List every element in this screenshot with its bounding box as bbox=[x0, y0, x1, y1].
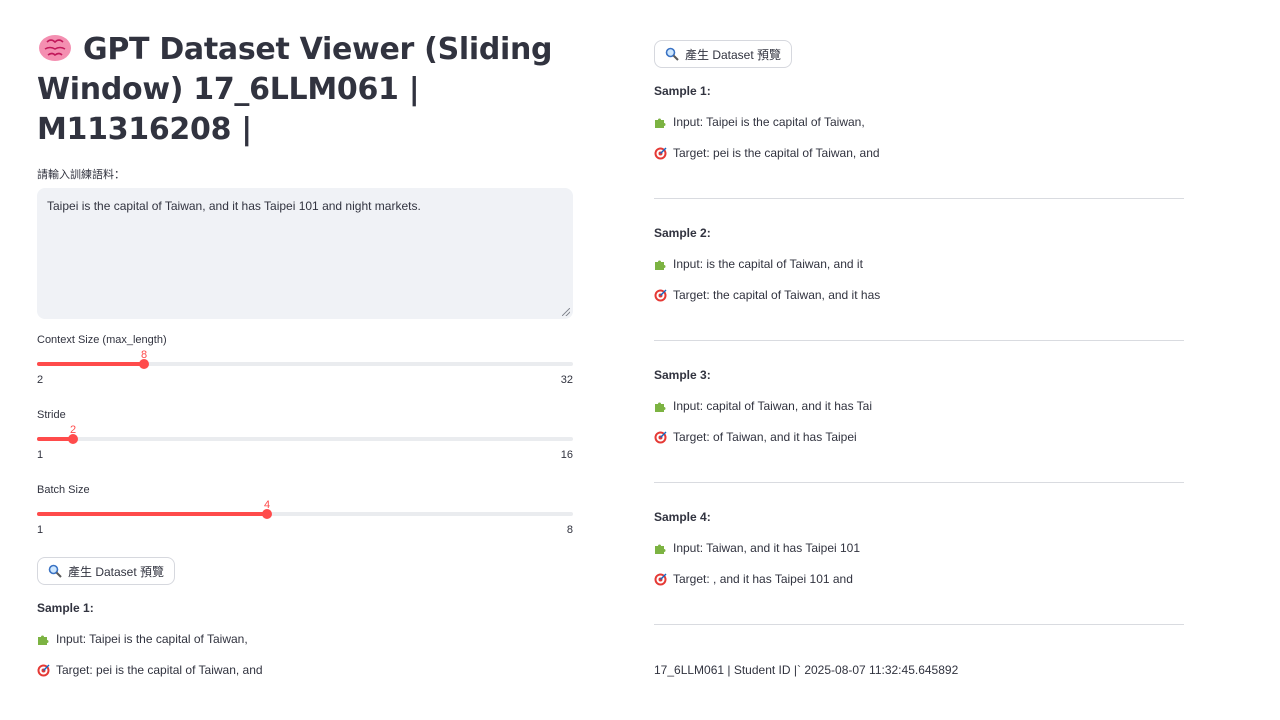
sample-2: Sample 2: Input: is the capital of Taiwa… bbox=[654, 226, 1184, 302]
sample-target: Target: , and it has Taipei 101 and bbox=[654, 572, 1184, 586]
target-icon bbox=[654, 573, 667, 585]
left-column: GPT Dataset Viewer (Sliding Window) 17_6… bbox=[37, 30, 573, 677]
sample-1: Sample 1: Input: Taipei is the capital o… bbox=[654, 84, 1184, 160]
slider-min: 1 bbox=[37, 449, 44, 461]
sample-input: Input: Taipei is the capital of Taiwan, bbox=[654, 115, 1184, 129]
batch-size-slider[interactable]: Batch Size 4 1 8 bbox=[37, 484, 573, 559]
brain-icon bbox=[39, 35, 71, 61]
slider-label: Batch Size bbox=[37, 484, 90, 496]
textarea-label: 請輸入訓練語料： bbox=[37, 169, 125, 181]
sample-input: Input: Taiwan, and it has Taipei 101 bbox=[654, 541, 1184, 555]
slider-label: Stride bbox=[37, 409, 66, 421]
target-icon bbox=[654, 289, 667, 301]
sample-target-text: Target: pei is the capital of Taiwan, an… bbox=[673, 146, 880, 160]
sample-target: Target: pei is the capital of Taiwan, an… bbox=[654, 146, 1184, 160]
sample-title: Sample 2: bbox=[654, 226, 711, 240]
slider-track[interactable] bbox=[37, 359, 573, 369]
divider bbox=[654, 624, 1184, 625]
sample-title: Sample 3: bbox=[654, 368, 711, 382]
slider-min: 1 bbox=[37, 524, 44, 536]
sample-input: Input: Taipei is the capital of Taiwan, bbox=[37, 632, 573, 646]
slider-fill bbox=[37, 512, 267, 516]
sample-target-text: Target: of Taiwan, and it has Taipei bbox=[673, 430, 857, 444]
slider-min: 2 bbox=[37, 374, 44, 386]
sample-title: Sample 1: bbox=[37, 601, 94, 615]
sample-4: Sample 4: Input: Taiwan, and it has Taip… bbox=[654, 510, 1184, 586]
context-size-slider[interactable]: Context Size (max_length) 8 2 32 bbox=[37, 334, 573, 409]
divider bbox=[654, 482, 1184, 483]
target-icon bbox=[37, 664, 50, 676]
puzzle-icon bbox=[655, 402, 666, 412]
sample-3: Sample 3: Input: capital of Taiwan, and … bbox=[654, 368, 1184, 444]
sample-input-text: Input: capital of Taiwan, and it has Tai bbox=[673, 399, 873, 413]
puzzle-icon bbox=[655, 544, 666, 554]
stride-slider[interactable]: Stride 2 1 16 bbox=[37, 409, 573, 484]
divider bbox=[654, 198, 1184, 199]
slider-max: 32 bbox=[560, 374, 573, 386]
sample-input-text: Input: Taipei is the capital of Taiwan, bbox=[56, 632, 248, 646]
slider-max: 8 bbox=[566, 524, 573, 536]
slider-track[interactable] bbox=[37, 509, 573, 519]
magnifier-icon bbox=[48, 564, 62, 578]
target-icon bbox=[654, 147, 667, 159]
magnifier-icon bbox=[665, 47, 679, 61]
puzzle-icon bbox=[38, 635, 49, 645]
sample-input: Input: is the capital of Taiwan, and it bbox=[654, 257, 1184, 271]
generate-dataset-button[interactable]: 產生 Dataset 預覽 bbox=[37, 557, 176, 585]
slider-label: Context Size (max_length) bbox=[37, 334, 167, 346]
sample-target: Target: pei is the capital of Taiwan, an… bbox=[37, 663, 573, 677]
sample-target: Target: of Taiwan, and it has Taipei bbox=[654, 430, 1184, 444]
generate-dataset-button-preview[interactable]: 產生 Dataset 預覽 bbox=[654, 40, 793, 68]
generate-dataset-button-label: 產生 Dataset 預覽 bbox=[685, 47, 782, 62]
sample-target-text: Target: pei is the capital of Taiwan, an… bbox=[56, 663, 263, 677]
slider-max: 16 bbox=[560, 449, 573, 461]
slider-track[interactable] bbox=[37, 434, 573, 444]
puzzle-icon bbox=[655, 260, 666, 270]
slider-fill bbox=[37, 362, 144, 366]
sample-title: Sample 1: bbox=[654, 84, 711, 98]
sample-target: Target: the capital of Taiwan, and it ha… bbox=[654, 288, 1184, 302]
slider-thumb[interactable] bbox=[68, 434, 78, 444]
sample-target-text: Target: , and it has Taipei 101 and bbox=[673, 572, 853, 586]
page-title-text: GPT Dataset Viewer (Sliding Window) 17_6… bbox=[37, 32, 553, 147]
divider bbox=[654, 340, 1184, 341]
footer-caption: 17_6LLM061 | Student ID |` 2025-08-07 11… bbox=[654, 663, 959, 677]
sample-title: Sample 4: bbox=[654, 510, 711, 524]
puzzle-icon bbox=[655, 118, 666, 128]
resize-handle-icon[interactable] bbox=[562, 308, 570, 316]
corpus-textarea-value: Taipei is the capital of Taiwan, and it … bbox=[47, 199, 421, 213]
page-title: GPT Dataset Viewer (Sliding Window) 17_6… bbox=[37, 30, 573, 150]
sample-target-text: Target: the capital of Taiwan, and it ha… bbox=[673, 288, 881, 302]
slider-thumb[interactable] bbox=[139, 359, 149, 369]
sample-input-text: Input: is the capital of Taiwan, and it bbox=[673, 257, 863, 271]
corpus-textarea[interactable]: Taipei is the capital of Taiwan, and it … bbox=[37, 188, 573, 319]
sample-input-text: Input: Taiwan, and it has Taipei 101 bbox=[673, 541, 861, 555]
slider-thumb[interactable] bbox=[262, 509, 272, 519]
right-column: 產生 Dataset 預覽 Sample 1: Input: Taipei is… bbox=[654, 40, 1184, 677]
sample-input: Input: capital of Taiwan, and it has Tai bbox=[654, 399, 1184, 413]
sample-input-text: Input: Taipei is the capital of Taiwan, bbox=[673, 115, 865, 129]
target-icon bbox=[654, 431, 667, 443]
generate-dataset-button-label: 產生 Dataset 預覽 bbox=[68, 564, 165, 579]
